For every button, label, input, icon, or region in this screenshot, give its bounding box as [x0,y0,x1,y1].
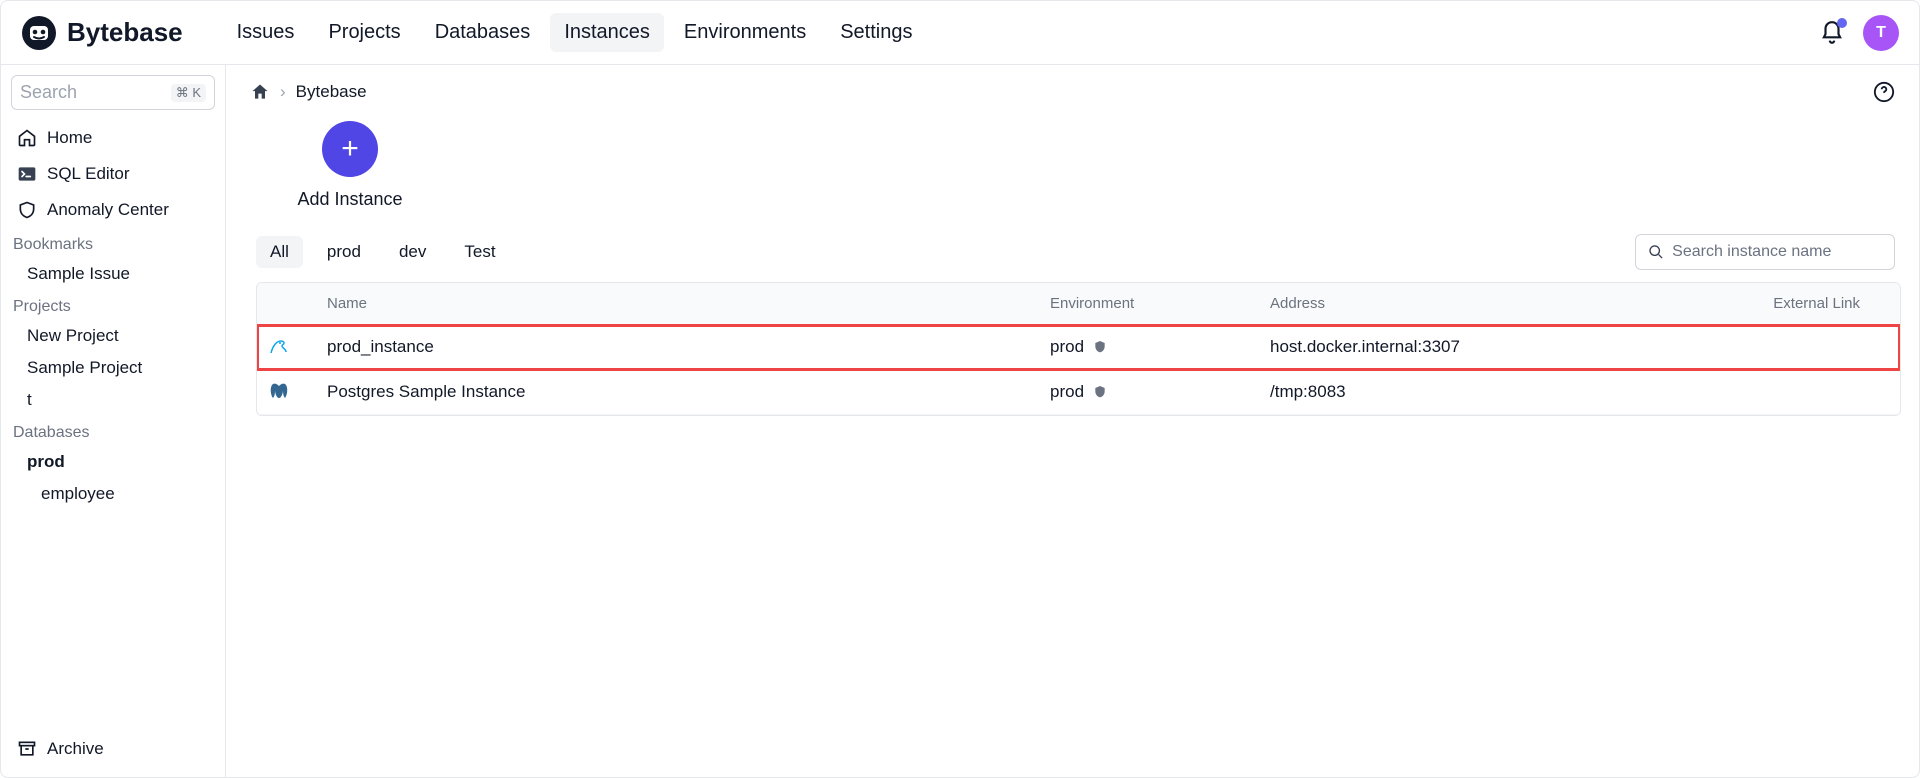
sidebar-sub-item[interactable]: Sample Project [9,352,217,384]
main: › Bytebase + Add Instance AllproddevTest… [226,65,1919,777]
home-icon [17,128,37,148]
nav-settings[interactable]: Settings [826,13,926,52]
notifications-button[interactable] [1819,20,1845,46]
nav-instances[interactable]: Instances [550,13,664,52]
sidebar-sub-item[interactable]: prod [9,446,217,478]
row-icon [267,380,327,404]
nav-right: T [1819,15,1899,51]
help-button[interactable] [1873,81,1895,103]
search-kbd: ⌘ K [171,84,206,102]
th-env: Environment [1050,295,1270,312]
add-instance-button[interactable]: + [322,121,378,177]
th-addr: Address [1270,295,1690,312]
filter-tab-test[interactable]: Test [450,236,509,268]
sidebar-sub-item[interactable]: Sample Issue [9,258,217,290]
avatar[interactable]: T [1863,15,1899,51]
logo-text: Bytebase [67,17,183,48]
table-header: Name Environment Address External Link [257,283,1900,325]
nav-links: IssuesProjectsDatabasesInstancesEnvironm… [223,13,927,52]
sidebar-section-databases: Databases [9,416,217,446]
row-icon [267,335,327,359]
search-instance-input[interactable] [1672,243,1882,261]
search-placeholder: Search [20,82,77,103]
row-name: Postgres Sample Instance [327,382,1050,402]
sidebar-section-bookmarks: Bookmarks [9,228,217,258]
sidebar-sub-item[interactable]: New Project [9,320,217,352]
plus-icon: + [341,132,359,166]
nav-databases[interactable]: Databases [421,13,545,52]
logo-icon [21,15,57,51]
search-input[interactable]: Search ⌘ K [11,75,215,110]
breadcrumb: › Bytebase [250,81,1895,103]
sidebar-item-sql-editor[interactable]: SQL Editor [9,156,217,192]
row-addr: host.docker.internal:3307 [1270,337,1690,357]
shield-icon [1092,384,1108,400]
terminal-icon [17,164,37,184]
sidebar-section-projects: Projects [9,290,217,320]
filter-row: Allproddev Test [256,234,1895,270]
nav-projects[interactable]: Projects [314,13,414,52]
sidebar-item-anomaly-center[interactable]: Anomaly Center [9,192,217,228]
breadcrumb-current[interactable]: Bytebase [296,82,367,102]
th-name: Name [327,295,1050,312]
search-icon [1648,243,1664,261]
row-name: prod_instance [327,337,1050,357]
notification-dot-icon [1837,18,1847,28]
sidebar-item-label: SQL Editor [47,164,130,184]
nav-environments[interactable]: Environments [670,13,820,52]
sidebar-item-label: Archive [47,739,104,759]
postgres-icon [267,380,291,404]
logo[interactable]: Bytebase [21,15,183,51]
shield-icon [1092,339,1108,355]
archive-icon [17,739,37,759]
instances-table: Name Environment Address External Link p… [256,282,1901,416]
th-ext: External Link [1690,295,1890,312]
shield-icon [17,200,37,220]
chevron-right-icon: › [280,82,286,102]
nav-issues[interactable]: Issues [223,13,309,52]
top-nav: Bytebase IssuesProjectsDatabasesInstance… [1,1,1919,65]
filter-tabs: Allproddev Test [256,236,510,268]
sidebar-item-label: Home [47,128,92,148]
add-instance-label: Add Instance [297,189,402,210]
sidebar-item-home[interactable]: Home [9,120,217,156]
layout: Search ⌘ K Home SQL Editor Anomaly Cente… [1,65,1919,777]
filter-tab-dev[interactable]: dev [385,236,440,268]
table-row[interactable]: Postgres Sample Instanceprod/tmp:8083 [257,370,1900,415]
sidebar-sub-item[interactable]: t [9,384,217,416]
help-icon [1873,81,1895,103]
filter-tab-prod[interactable]: prod [313,236,375,268]
avatar-initial: T [1876,24,1886,42]
row-env: prod [1050,382,1270,402]
sidebar-item-archive[interactable]: Archive [9,731,217,767]
home-icon[interactable] [250,82,270,102]
row-env: prod [1050,337,1270,357]
sidebar-sub-item[interactable]: employee [9,478,217,510]
add-instance[interactable]: + Add Instance [280,121,420,210]
sidebar-item-label: Anomaly Center [47,200,169,220]
table-row[interactable]: prod_instanceprodhost.docker.internal:33… [257,325,1900,370]
row-addr: /tmp:8083 [1270,382,1690,402]
mysql-icon [267,335,291,359]
sidebar: Search ⌘ K Home SQL Editor Anomaly Cente… [1,65,226,777]
filter-tab-all[interactable]: All [256,236,303,268]
search-instance[interactable] [1635,234,1895,270]
